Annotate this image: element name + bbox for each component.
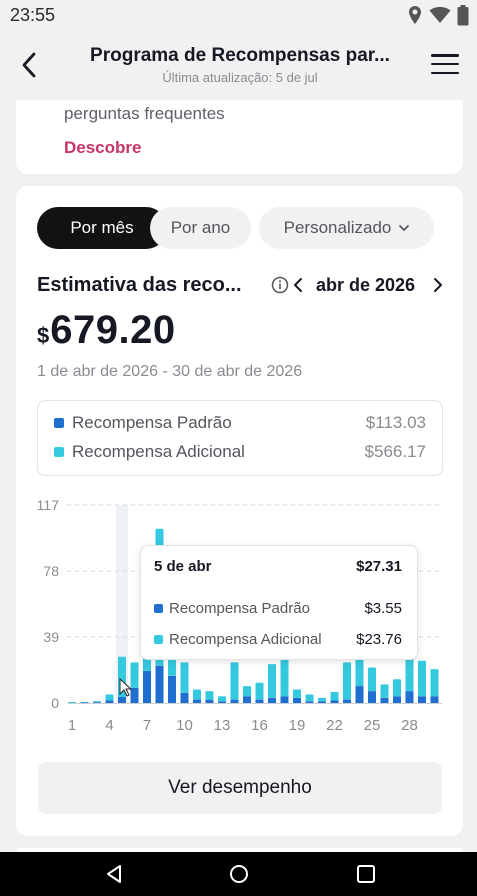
x-tick-label: 28 xyxy=(401,717,418,734)
x-tick-label: 13 xyxy=(214,717,231,734)
bar-standard xyxy=(255,699,264,703)
bar-standard xyxy=(393,696,401,703)
bar-standard xyxy=(368,691,376,703)
bar-additional xyxy=(80,701,89,703)
bar-standard xyxy=(93,702,101,703)
bar-additional xyxy=(68,701,76,703)
bar-additional xyxy=(193,689,201,700)
bar-additional xyxy=(218,696,226,702)
bar-additional xyxy=(268,664,276,698)
y-tick-label: 117 xyxy=(37,497,60,513)
bar-standard xyxy=(105,700,114,703)
x-tick-label: 4 xyxy=(105,717,113,734)
bar-standard xyxy=(355,686,364,703)
bar-standard xyxy=(168,675,176,703)
bar-additional xyxy=(380,684,389,698)
bar-additional xyxy=(418,660,426,697)
bar-standard xyxy=(280,696,289,703)
bar-standard xyxy=(80,702,89,703)
y-tick-label: 78 xyxy=(43,563,59,579)
bar-standard xyxy=(143,670,151,703)
x-tick-label: 25 xyxy=(364,717,381,734)
bar-additional xyxy=(105,694,114,701)
bar-additional xyxy=(205,691,214,700)
x-tick-label: 22 xyxy=(326,717,343,734)
bar-additional xyxy=(430,669,439,697)
recents-nav-icon[interactable] xyxy=(356,864,376,884)
tooltip-row-standard: Recompensa Padrão $3.55 xyxy=(154,598,402,618)
bar-additional xyxy=(318,697,326,702)
chart-tooltip: 5 de abr $27.31 Recompensa Padrão $3.55 … xyxy=(140,545,418,660)
bar-standard xyxy=(380,697,389,703)
bar-standard xyxy=(205,699,214,703)
x-tick-label: 16 xyxy=(251,717,268,734)
x-tick-label: 1 xyxy=(68,717,76,734)
tooltip-swatch-additional xyxy=(154,634,163,644)
bar-standard xyxy=(343,699,351,703)
bar-standard xyxy=(405,691,414,703)
bar-standard xyxy=(218,701,226,703)
bar-additional xyxy=(355,659,364,687)
bar-additional xyxy=(93,701,101,703)
bar-standard xyxy=(430,696,439,703)
bar-additional xyxy=(255,682,264,700)
bar-standard xyxy=(418,696,426,703)
bar-additional xyxy=(368,667,376,692)
tooltip-total: $27.31 xyxy=(356,558,402,575)
tooltip-label: Recompensa Adicional xyxy=(169,630,322,648)
bar-standard xyxy=(193,699,201,703)
y-tick-label: 39 xyxy=(43,629,59,645)
x-tick-label: 7 xyxy=(143,717,151,734)
back-nav-icon[interactable] xyxy=(104,864,124,884)
bar-additional xyxy=(405,657,414,692)
bar-standard xyxy=(305,701,314,703)
bar-standard xyxy=(230,699,239,703)
bar-standard xyxy=(180,692,189,703)
system-nav-bar xyxy=(0,852,477,896)
view-performance-button[interactable]: Ver desempenho xyxy=(38,762,442,814)
x-tick-label: 19 xyxy=(289,717,306,734)
bar-additional xyxy=(343,662,351,700)
bar-additional xyxy=(180,662,189,693)
y-tick-label: 0 xyxy=(51,695,59,711)
tooltip-row-additional: Recompensa Adicional $23.76 xyxy=(154,629,402,649)
bar-additional xyxy=(243,686,251,697)
bar-standard xyxy=(330,700,339,703)
bar-standard xyxy=(243,696,251,703)
home-nav-icon[interactable] xyxy=(229,864,249,884)
bar-additional xyxy=(305,694,314,702)
bar-additional xyxy=(293,689,301,698)
bar-additional xyxy=(230,662,239,700)
bar-additional xyxy=(280,659,289,697)
tooltip-label: Recompensa Padrão xyxy=(169,599,310,617)
x-tick-label: 10 xyxy=(176,717,193,734)
tooltip-date: 5 de abr xyxy=(154,558,212,575)
tooltip-value: $3.55 xyxy=(364,599,402,617)
bar-additional xyxy=(393,679,401,697)
bar-standard xyxy=(318,701,326,703)
bar-standard xyxy=(268,697,276,703)
bar-standard xyxy=(293,697,301,703)
tooltip-value: $23.76 xyxy=(356,630,402,648)
cursor-icon xyxy=(119,678,133,697)
bar-additional xyxy=(330,692,339,701)
bar-standard xyxy=(155,665,164,703)
tooltip-swatch-standard xyxy=(154,603,163,613)
